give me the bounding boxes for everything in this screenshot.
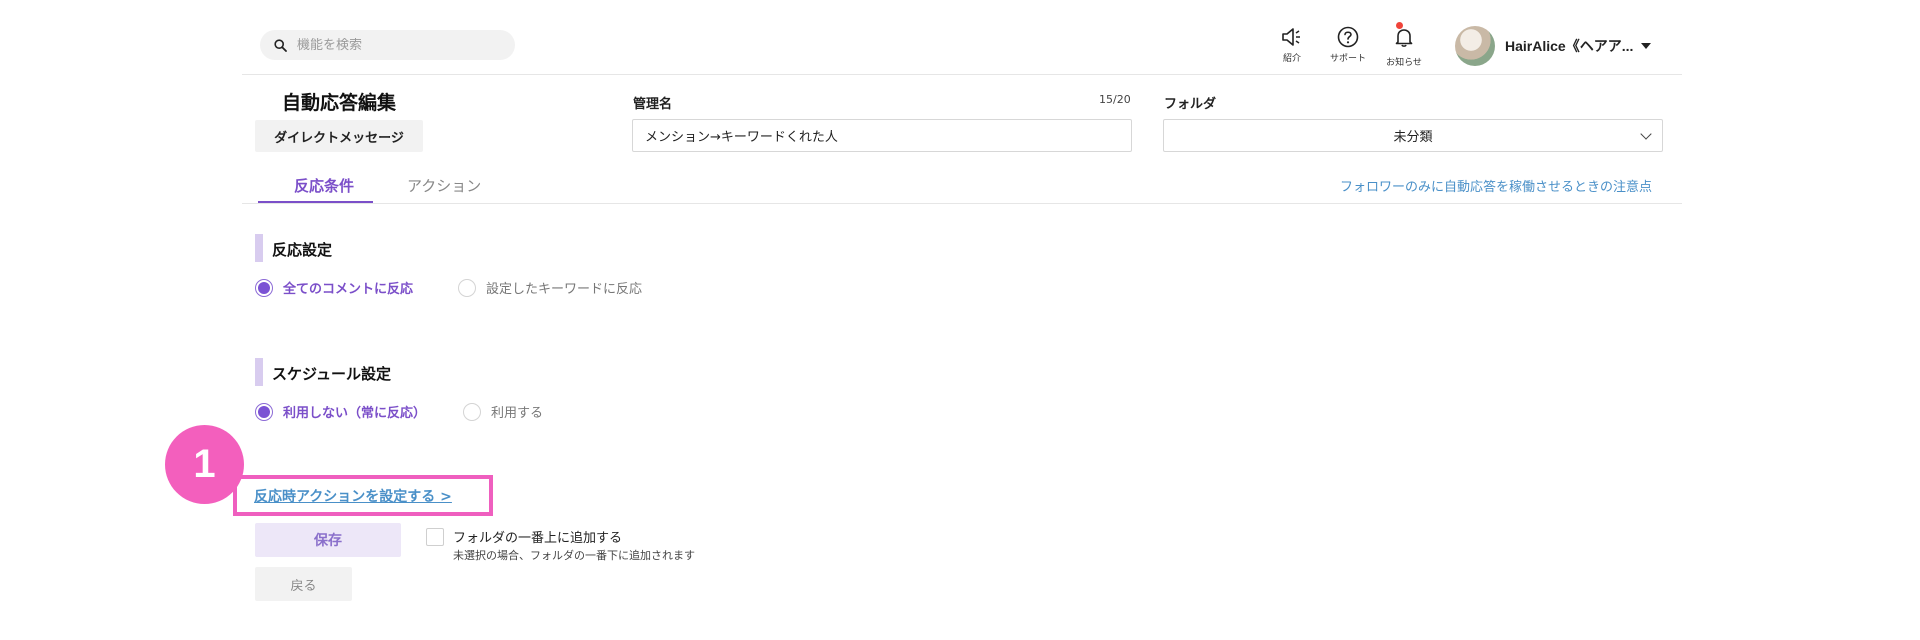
back-button[interactable]: 戻る [255, 567, 352, 601]
intro-button[interactable]: 紹介 [1267, 26, 1317, 64]
radio-selected-icon [255, 278, 273, 297]
add-to-top-label: フォルダの一番上に追加する [453, 531, 623, 546]
tab-actions[interactable]: アクション [407, 175, 481, 196]
radio-unselected-icon [458, 278, 476, 297]
set-reaction-action-link[interactable]: 反応時アクションを設定する > [254, 486, 452, 506]
tabs-divider [242, 203, 1682, 204]
user-menu[interactable]: HairAlice《ヘアア... [1455, 26, 1652, 66]
avatar [1455, 26, 1495, 66]
help-icon [1337, 26, 1359, 48]
name-field-label: 管理名 [633, 97, 673, 112]
save-button[interactable]: 保存 [255, 523, 401, 557]
radio-selected-icon [255, 402, 273, 421]
search-box[interactable] [260, 30, 515, 60]
reaction-section-title: 反応設定 [272, 241, 333, 259]
support-button[interactable]: サポート [1323, 26, 1373, 64]
add-to-top-checkbox[interactable] [426, 528, 444, 546]
section-accent-bar [255, 358, 263, 386]
caret-down-icon [1641, 43, 1652, 49]
header-divider [242, 74, 1682, 75]
notifications-button[interactable]: お知らせ [1379, 22, 1429, 68]
notifications-label: お知らせ [1386, 58, 1422, 68]
section-accent-bar [255, 234, 263, 262]
name-char-counter: 15/20 [1099, 93, 1131, 106]
notification-dot [1396, 22, 1403, 29]
page-title: 自動応答編集 [282, 92, 397, 114]
follower-note-link[interactable]: フォロワーのみに自動応答を稼働させるときの注意点 [1340, 176, 1652, 195]
annotation-step-badge: 1 [165, 425, 244, 504]
intro-label: 紹介 [1282, 54, 1301, 64]
radio-schedule-off-label: 利用しない（常に反応） [283, 406, 427, 421]
megaphone-icon [1282, 28, 1300, 46]
bell-icon [1395, 29, 1413, 47]
radio-schedule-on-label: 利用する [491, 406, 544, 421]
user-name: HairAlice《ヘアア... [1505, 38, 1634, 54]
tab-conditions[interactable]: 反応条件 [294, 175, 354, 196]
chevron-down-icon [1640, 128, 1652, 140]
search-input[interactable] [297, 37, 497, 53]
support-label: サポート [1329, 54, 1366, 64]
message-type-badge: ダイレクトメッセージ [255, 120, 423, 152]
radio-schedule-on[interactable]: 利用する [463, 402, 543, 421]
radio-keyword-label: 設定したキーワードに反応 [486, 282, 643, 297]
radio-unselected-icon [463, 402, 481, 421]
add-to-top-hint: 未選択の場合、フォルダの一番下に追加されます [453, 549, 695, 562]
schedule-section-title: スケジュール設定 [272, 365, 391, 383]
radio-schedule-off[interactable]: 利用しない（常に反応） [255, 402, 426, 421]
radio-all-comments-label: 全てのコメントに反応 [283, 282, 414, 297]
search-icon [274, 38, 287, 52]
radio-all-comments[interactable]: 全てのコメントに反応 [255, 278, 413, 297]
folder-select[interactable]: 未分類 [1163, 119, 1663, 152]
name-input[interactable] [632, 119, 1132, 152]
folder-field-label: フォルダ [1164, 97, 1217, 112]
folder-selected-value: 未分類 [1393, 130, 1433, 145]
radio-keyword[interactable]: 設定したキーワードに反応 [458, 278, 642, 297]
